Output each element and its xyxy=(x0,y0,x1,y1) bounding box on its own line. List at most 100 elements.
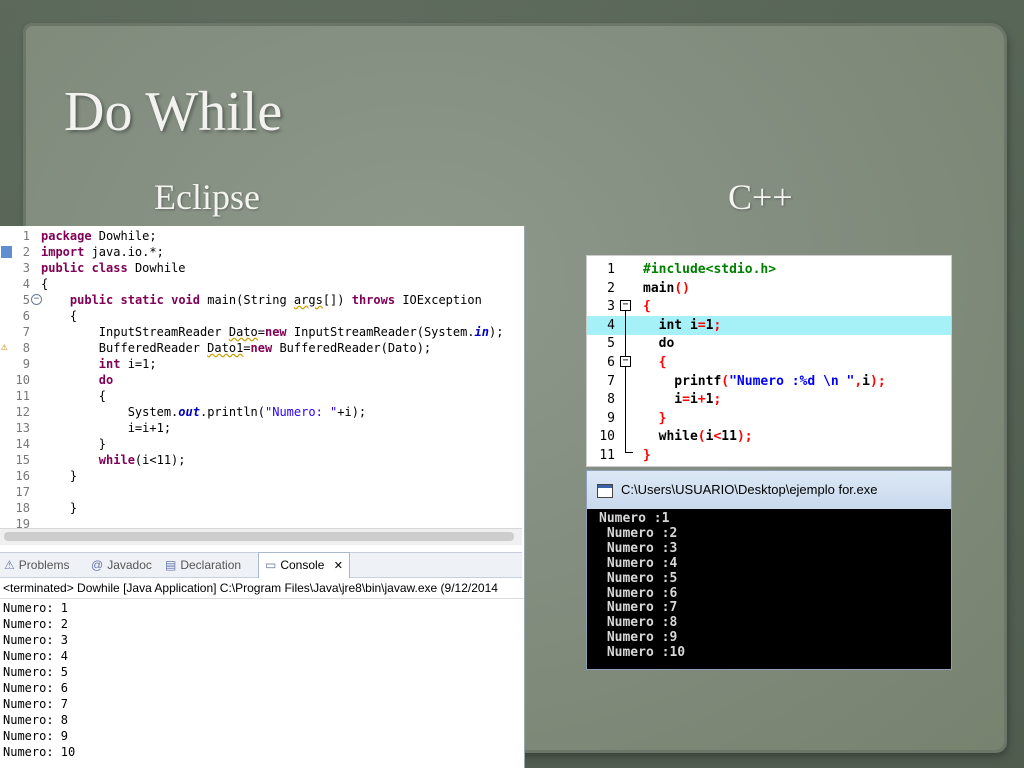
code-text: public static void main(String args[]) t… xyxy=(41,292,482,308)
code-text: printf("Numero :%d \n ",i); xyxy=(643,372,886,391)
code-text: i=i+1; xyxy=(41,420,171,436)
code-token: do xyxy=(643,336,675,352)
line-number: 10 xyxy=(599,429,615,445)
code-token: #include<stdio.h> xyxy=(643,262,777,277)
console-output-line: Numero: 2 xyxy=(3,617,69,631)
code-token: InputStreamReader(System. xyxy=(286,325,475,339)
code-text: { xyxy=(41,388,106,404)
console-output-line: Numero: 10 xyxy=(3,745,76,759)
code-token: public xyxy=(69,293,114,307)
code-token: InputStreamReader xyxy=(41,325,229,339)
code-token: while xyxy=(98,453,135,467)
code-text: } xyxy=(41,436,106,452)
code-token: main(String xyxy=(200,293,294,307)
code-text: do xyxy=(643,334,675,353)
code-text: int i=1; xyxy=(41,356,157,372)
code-token: Dowhile; xyxy=(91,229,157,243)
line-number: 8 xyxy=(607,392,615,408)
console-output-line: Numero :6 xyxy=(599,585,678,601)
code-token: ( xyxy=(721,373,730,389)
code-token: while xyxy=(643,429,698,445)
console-output-line: Numero: 3 xyxy=(3,633,69,647)
code-token: = xyxy=(243,341,251,355)
code-token: Dato xyxy=(228,325,258,339)
code-line: 6 { xyxy=(0,308,522,324)
code-token: main xyxy=(643,280,675,296)
code-line: 8 i=i+1; xyxy=(587,390,951,409)
code-text: #include<stdio.h> xyxy=(643,260,776,279)
line-number: 12 xyxy=(15,405,30,419)
editor-horizontal-scrollbar[interactable] xyxy=(0,528,522,545)
fold-end-tick xyxy=(625,452,633,453)
code-line: 14 } xyxy=(0,436,522,452)
console-output-line: Numero :4 xyxy=(599,555,678,571)
fold-toggle-icon[interactable]: − xyxy=(620,300,631,311)
console-output-line: Numero: 8 xyxy=(3,713,69,727)
console-output-line: Numero :1 xyxy=(599,511,670,526)
eclipse-heading: Eclipse xyxy=(154,177,260,217)
console-output-line: Numero: 7 xyxy=(3,697,69,711)
line-number: 3 xyxy=(607,299,615,315)
code-line: 1 package Dowhile; xyxy=(0,228,522,244)
console-output-line: Numero :5 xyxy=(599,570,678,586)
code-token: public xyxy=(41,261,85,275)
console-output-line: Numero :7 xyxy=(599,600,678,616)
code-text: } xyxy=(41,468,77,484)
tab-declaration[interactable]: ▤ Declaration xyxy=(165,553,241,577)
close-icon[interactable]: ✕ xyxy=(334,560,343,572)
code-line: 2 import java.io.*; xyxy=(0,244,522,260)
code-token: { xyxy=(41,277,49,291)
code-token: void xyxy=(171,293,200,307)
code-text: int i=1; xyxy=(643,316,722,335)
slide-title: Do While xyxy=(64,81,283,143)
code-line: 10 do xyxy=(0,372,522,388)
tab-console[interactable]: ▭ Console ✕ xyxy=(258,552,350,578)
console-output-line: Numero :10 xyxy=(599,645,686,661)
code-token: { xyxy=(643,355,667,370)
console-output-line: Numero: 9 xyxy=(3,729,69,743)
code-text: InputStreamReader Dato=new InputStreamRe… xyxy=(41,324,504,340)
line-number: 7 xyxy=(607,373,615,389)
code-line: 7 printf("Numero :%d \n ",i); xyxy=(587,372,951,391)
cmd-console-window: C:\Users\USUARIO\Desktop\ejemplo for.exe… xyxy=(586,470,952,670)
code-token: out xyxy=(178,405,200,419)
java-code-editor[interactable]: 1 package Dowhile; 2 import java.io.*; 3 publ… xyxy=(0,226,522,531)
code-line: 17 xyxy=(0,484,522,500)
scrollbar-thumb[interactable] xyxy=(4,532,514,541)
console-output-line: Numero :3 xyxy=(599,540,678,556)
code-line: 16 } xyxy=(0,468,522,484)
line-number: 16 xyxy=(15,469,30,483)
code-text: package Dowhile; xyxy=(41,228,157,244)
line-number: 14 xyxy=(15,437,30,451)
tab-problems[interactable]: ⚠ Problems xyxy=(4,553,69,577)
code-token: do xyxy=(98,373,114,387)
line-number: 1 xyxy=(607,262,615,277)
code-line: 8 ⚠ BufferedReader Dato1=new BufferedRead… xyxy=(0,340,522,356)
code-text: while(i<11); xyxy=(643,427,753,446)
code-text: } xyxy=(643,409,667,428)
code-token: ); xyxy=(736,429,753,445)
code-token: () xyxy=(674,280,690,296)
fold-toggle-icon[interactable]: − xyxy=(620,356,631,367)
line-number: 13 xyxy=(15,421,30,435)
code-text: System.out.println("Numero: "+i); xyxy=(41,404,366,420)
code-token: in xyxy=(474,325,489,339)
code-token: ); xyxy=(870,373,886,389)
cpp-code-editor[interactable]: 1 #include<stdio.h> 2 main() 3{4 int i=1; 5 d… xyxy=(586,255,952,467)
code-text: BufferedReader Dato1=new BufferedReader(… xyxy=(41,340,431,356)
code-text: { xyxy=(643,353,667,372)
declaration-icon: ▤ xyxy=(165,558,177,572)
code-line: 12 System.out.println("Numero: "+i); xyxy=(0,404,522,420)
console-output-line: Numero: 1 xyxy=(3,601,69,615)
code-line: 7 InputStreamReader Dato=new InputStream… xyxy=(0,324,522,340)
code-token: ( xyxy=(697,429,706,445)
code-text: main() xyxy=(643,279,690,298)
code-text: import java.io.*; xyxy=(41,244,164,260)
tab-javadoc[interactable]: @ Javadoc xyxy=(91,553,152,577)
code-line: 3 public class Dowhile xyxy=(0,260,522,276)
code-token: new xyxy=(250,341,273,355)
